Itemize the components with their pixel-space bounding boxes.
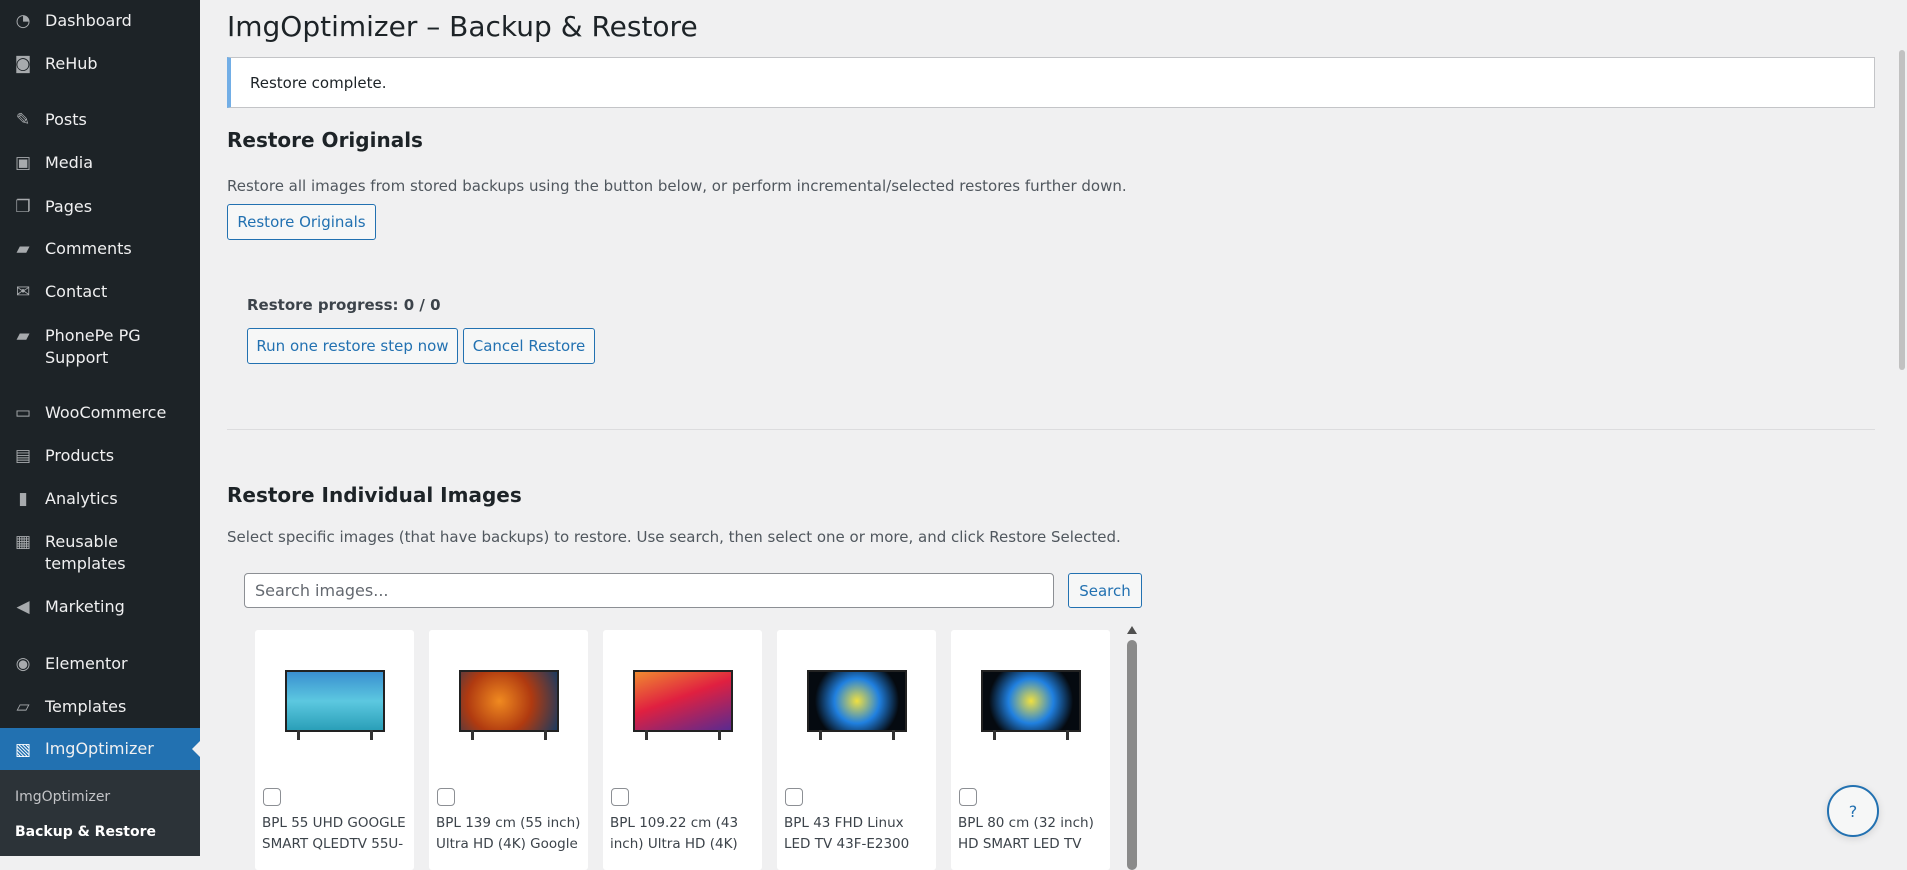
sidebar-item-phonepe-pg-support[interactable]: ▰ PhonePe PG Support [0, 325, 200, 369]
image-thumbnail [803, 670, 911, 740]
submenu-imgoptimizer[interactable]: ImgOptimizer [15, 789, 110, 805]
image-card[interactable]: BPL 109.22 cm (43 inch) Ultra HD (4K) [603, 630, 762, 870]
image-thumbnail [281, 670, 389, 740]
admin-sidebar: ◔ Dashboard ◙ ReHub ✎ Posts ▣ Media ❐ Pages ▰ Comme… [0, 0, 200, 856]
image-thumbnail [629, 670, 737, 740]
section-divider [227, 429, 1875, 430]
sidebar-item-label: Media [45, 153, 94, 172]
sidebar-item-templates[interactable]: ▱ Templates [0, 696, 200, 718]
bar-chart-icon: ▮ [18, 489, 28, 509]
mail-icon: ✉ [15, 282, 31, 302]
image-select-checkbox[interactable] [959, 788, 977, 806]
sidebar-item-marketing[interactable]: ◀ Marketing [0, 596, 200, 618]
page-scrollbar[interactable] [1898, 0, 1907, 856]
rehub-icon: ◙ [14, 54, 32, 74]
sidebar-item-label: ReHub [45, 54, 98, 73]
dashboard-icon: ◔ [15, 11, 31, 31]
notice-text: Restore complete. [250, 74, 387, 92]
submenu-backup-restore[interactable]: Backup & Restore [15, 824, 156, 840]
sidebar-item-rehub[interactable]: ◙ ReHub [0, 53, 200, 75]
sidebar-item-label: Pages [45, 197, 93, 216]
archive-icon: ▤ [14, 446, 32, 466]
restore-progress-text: Restore progress: 0 / 0 [247, 296, 441, 314]
sidebar-item-label: Dashboard [45, 11, 132, 30]
elementor-icon: ◉ [15, 654, 31, 674]
image-thumbnail [455, 670, 563, 740]
images-icon: ▧ [14, 740, 32, 760]
image-title: BPL 55 UHD GOOGLE SMART QLEDTV 55U- [262, 815, 406, 852]
sidebar-item-label: Marketing [45, 597, 125, 616]
pages-icon: ❐ [15, 197, 31, 217]
sidebar-item-label: Templates [45, 697, 127, 716]
image-card[interactable]: BPL 55 UHD GOOGLE SMART QLEDTV 55U- [255, 630, 414, 870]
image-title: BPL 109.22 cm (43 inch) Ultra HD (4K) [610, 815, 739, 852]
scroll-up-arrow-icon[interactable] [1126, 626, 1137, 634]
sidebar-item-label: Elementor [45, 654, 128, 673]
page-scrollbar-thumb[interactable] [1899, 50, 1905, 370]
restore-originals-description: Restore all images from stored backups u… [227, 177, 1127, 195]
image-list-scrollbar[interactable] [1125, 624, 1138, 870]
run-restore-step-button[interactable]: Run one restore step now [247, 328, 458, 364]
image-card[interactable]: BPL 139 cm (55 inch) Ultra HD (4K) Googl… [429, 630, 588, 870]
image-select-checkbox[interactable] [611, 788, 629, 806]
sidebar-item-analytics[interactable]: ▮ Analytics [0, 488, 200, 510]
restore-originals-heading: Restore Originals [227, 128, 423, 152]
help-button[interactable]: ? [1827, 785, 1879, 837]
sidebar-item-label: Contact [45, 282, 108, 301]
sidebar-item-media[interactable]: ▣ Media [0, 152, 200, 174]
grid-icon: ▦ [14, 532, 32, 552]
pin-icon: ✎ [15, 110, 31, 130]
help-label: ? [1848, 801, 1858, 821]
sidebar-item-contact[interactable]: ✉ Contact [0, 281, 200, 303]
woo-icon: ▭ [14, 403, 32, 423]
current-arrow-icon [192, 741, 200, 757]
sidebar-item-label: WooCommerce [45, 403, 167, 422]
sidebar-item-label: Products [45, 446, 115, 465]
sidebar-item-imgoptimizer[interactable]: ▧ ImgOptimizer [0, 728, 200, 770]
sidebar-item-reusable-templates[interactable]: ▦ Reusable templates [0, 531, 200, 575]
restore-individual-description: Select specific images (that have backup… [227, 528, 1121, 546]
search-placeholder: Search images... [255, 581, 389, 600]
page-title: ImgOptimizer – Backup & Restore [227, 10, 698, 43]
sidebar-item-dashboard[interactable]: ◔ Dashboard [0, 10, 200, 32]
folder-icon: ▱ [16, 697, 30, 717]
sidebar-item-products[interactable]: ▤ Products [0, 445, 200, 467]
sidebar-item-label: Analytics [45, 489, 118, 508]
sidebar-item-label: ImgOptimizer [45, 739, 154, 758]
sidebar-item-label: Reusable templates [45, 532, 126, 573]
image-select-checkbox[interactable] [263, 788, 281, 806]
restore-individual-heading: Restore Individual Images [227, 483, 522, 507]
sidebar-item-label: Comments [45, 239, 132, 258]
sidebar-item-posts[interactable]: ✎ Posts [0, 109, 200, 131]
image-title: BPL 80 cm (32 inch) HD SMART LED TV [958, 815, 1094, 852]
sidebar-item-label: PhonePe PG Support [45, 326, 141, 367]
megaphone-icon: ◀ [16, 597, 30, 617]
comment-icon: ▰ [16, 239, 30, 259]
search-button[interactable]: Search [1068, 573, 1142, 608]
restore-originals-button[interactable]: Restore Originals [227, 204, 376, 240]
notice-success: Restore complete. [227, 57, 1875, 108]
submenu: ImgOptimizer Backup & Restore [0, 770, 200, 856]
sidebar-item-pages[interactable]: ❐ Pages [0, 196, 200, 218]
image-title: BPL 43 FHD Linux LED TV 43F-E2300 [784, 815, 910, 852]
media-icon: ▣ [14, 153, 32, 173]
image-title: BPL 139 cm (55 inch) Ultra HD (4K) Googl… [436, 815, 581, 852]
chat-icon: ▰ [16, 326, 30, 346]
image-thumbnail [977, 670, 1085, 740]
cancel-restore-button[interactable]: Cancel Restore [463, 328, 595, 364]
sidebar-item-elementor[interactable]: ◉ Elementor [0, 653, 200, 675]
sidebar-item-woocommerce[interactable]: ▭ WooCommerce [0, 402, 200, 424]
image-card[interactable]: BPL 43 FHD Linux LED TV 43F-E2300 [777, 630, 936, 870]
search-images-input[interactable]: Search images... [244, 573, 1054, 608]
image-select-checkbox[interactable] [785, 788, 803, 806]
image-card[interactable]: BPL 80 cm (32 inch) HD SMART LED TV [951, 630, 1110, 870]
scrollbar-thumb[interactable] [1126, 640, 1137, 870]
sidebar-item-label: Posts [45, 110, 87, 129]
sidebar-item-comments[interactable]: ▰ Comments [0, 238, 200, 260]
image-select-checkbox[interactable] [437, 788, 455, 806]
